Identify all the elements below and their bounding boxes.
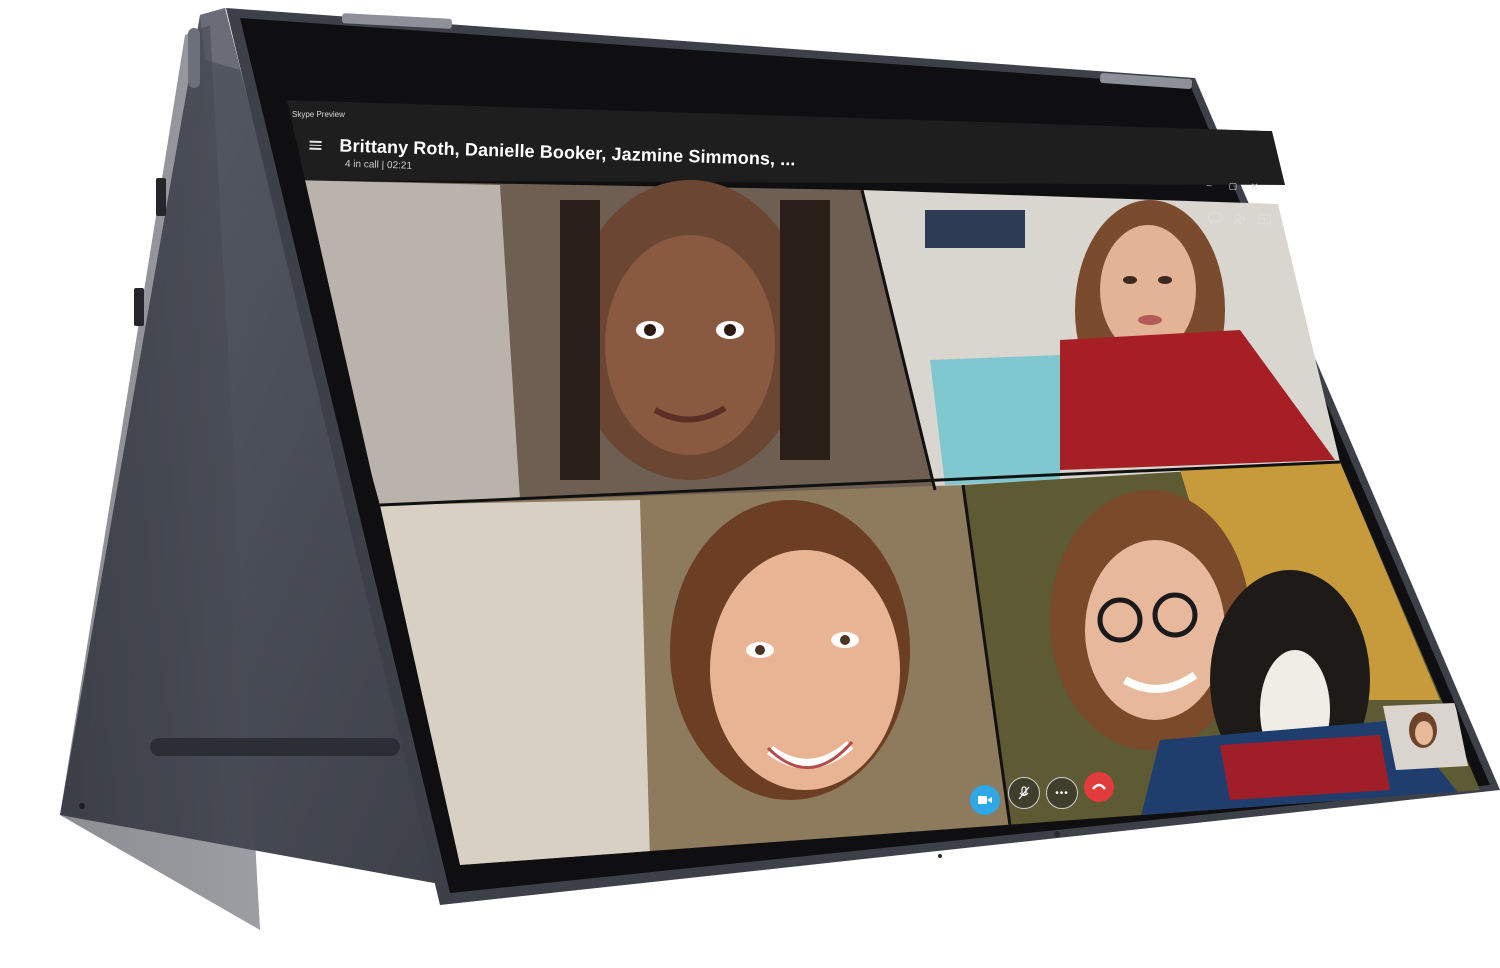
close-button[interactable]: ✕ [1250, 181, 1259, 192]
hamburger-menu-icon[interactable] [309, 139, 322, 151]
end-call-icon [1092, 783, 1106, 790]
self-view-thumbnail[interactable] [1383, 703, 1468, 770]
video-toggle-button[interactable] [970, 785, 1000, 815]
video-tile-2 [862, 190, 1340, 490]
add-person-icon[interactable] [1232, 213, 1246, 225]
video-camera-icon [978, 796, 992, 804]
end-call-button[interactable] [1084, 772, 1114, 802]
video-tile-1 [290, 180, 935, 505]
share-screen-icon[interactable] [1257, 214, 1272, 226]
minimize-button[interactable]: – [1207, 180, 1212, 190]
video-tile-3 [380, 485, 1012, 865]
window-title: Skype Preview [292, 110, 345, 119]
call-status: 4 in call | 02:21 [344, 158, 413, 172]
more-options-button[interactable]: ••• [1046, 777, 1078, 809]
restore-button[interactable]: ▢ [1228, 181, 1238, 192]
mute-microphone-icon [1018, 786, 1030, 800]
tent-mode-laptop: Skype Preview Brittany Roth, Danielle Bo… [0, 0, 1500, 968]
chat-icon[interactable] [1207, 212, 1222, 225]
mute-button[interactable] [1008, 777, 1040, 809]
